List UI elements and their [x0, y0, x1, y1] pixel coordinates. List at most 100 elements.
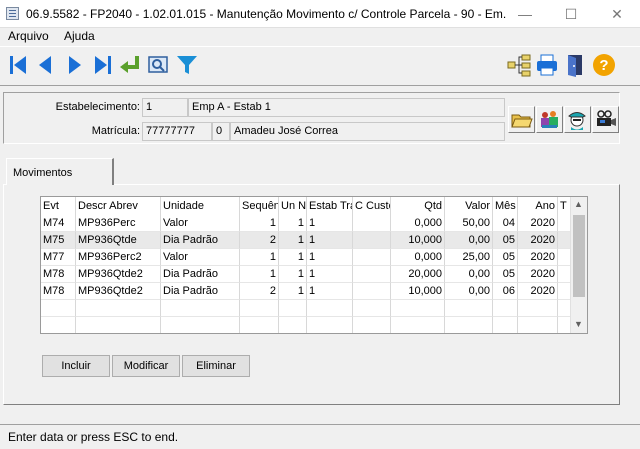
table-cell[interactable]: 1 [279, 283, 307, 300]
table-cell[interactable]: 0,00 [445, 266, 493, 283]
incluir-button[interactable]: Incluir [42, 355, 110, 377]
table-cell[interactable] [161, 300, 240, 317]
table-cell[interactable] [493, 317, 518, 333]
table-cell[interactable] [76, 300, 161, 317]
table-cell[interactable]: MP936Perc2 [76, 249, 161, 266]
table-cell[interactable] [279, 317, 307, 333]
matricula-code-field[interactable]: 77777777 [142, 122, 212, 141]
table-cell[interactable]: 1 [240, 215, 279, 232]
table-cell[interactable]: M78 [41, 283, 76, 300]
table-cell[interactable] [353, 232, 391, 249]
next-record-icon[interactable] [61, 52, 87, 78]
table-cell[interactable]: 1 [279, 232, 307, 249]
scroll-up-icon[interactable]: ▲ [574, 199, 583, 209]
table-cell[interactable] [445, 317, 493, 333]
table-cell[interactable]: MP936Qtde2 [76, 283, 161, 300]
table-cell[interactable] [353, 215, 391, 232]
modificar-button[interactable]: Modificar [112, 355, 180, 377]
table-cell[interactable]: 2020 [518, 232, 558, 249]
table-cell[interactable]: M75 [41, 232, 76, 249]
table-cell[interactable]: 2 [240, 283, 279, 300]
table-cell[interactable]: 0,000 [391, 215, 445, 232]
table-cell[interactable] [353, 266, 391, 283]
table-cell[interactable]: 2020 [518, 283, 558, 300]
movements-grid[interactable]: EvtDescr AbrevUnidadeSequênciaUn NegEsta… [40, 196, 588, 334]
table-cell[interactable]: 1 [307, 283, 353, 300]
table-cell[interactable]: 1 [240, 249, 279, 266]
table-cell[interactable]: 0,000 [391, 249, 445, 266]
table-cell[interactable]: 2020 [518, 215, 558, 232]
table-cell[interactable]: 06 [493, 283, 518, 300]
minimize-button[interactable]: — [502, 0, 548, 28]
table-row[interactable]: M77 MP936Perc2 Valor 1 1 1 0,000 25,00 05 2020 [41, 249, 571, 266]
search-icon[interactable] [145, 52, 171, 78]
table-cell[interactable]: 05 [493, 249, 518, 266]
table-row[interactable]: M74 MP936Perc Valor 1 1 1 0,000 50,00 04 2020 [41, 215, 571, 232]
table-cell[interactable] [307, 300, 353, 317]
table-cell[interactable]: 2 [240, 232, 279, 249]
table-cell[interactable]: Valor [161, 215, 240, 232]
table-cell[interactable]: 1 [307, 215, 353, 232]
table-cell[interactable]: 1 [307, 266, 353, 283]
menu-arquivo[interactable]: Arquivo [8, 29, 49, 43]
table-cell[interactable]: M77 [41, 249, 76, 266]
table-cell[interactable]: 20,000 [391, 266, 445, 283]
scroll-down-icon[interactable]: ▼ [574, 319, 583, 329]
table-row[interactable] [41, 300, 571, 317]
first-record-icon[interactable] [6, 52, 32, 78]
user-cap-icon[interactable] [564, 106, 591, 133]
table-cell[interactable]: 04 [493, 215, 518, 232]
table-cell[interactable]: 25,00 [445, 249, 493, 266]
table-cell[interactable]: 05 [493, 266, 518, 283]
table-cell[interactable]: 05 [493, 232, 518, 249]
table-cell[interactable] [391, 317, 445, 333]
table-cell[interactable] [161, 317, 240, 333]
table-cell[interactable] [518, 300, 558, 317]
table-cell[interactable]: MP936Qtde [76, 232, 161, 249]
projector-icon[interactable] [592, 106, 619, 133]
print-icon[interactable] [534, 52, 560, 78]
table-cell[interactable]: Valor [161, 249, 240, 266]
table-cell[interactable]: M74 [41, 215, 76, 232]
table-row[interactable]: M75 MP936Qtde Dia Padrão 2 1 1 10,000 0,00 05 202… [41, 232, 571, 249]
eliminar-button[interactable]: Eliminar [182, 355, 250, 377]
table-cell[interactable]: 1 [240, 266, 279, 283]
menu-ajuda[interactable]: Ajuda [64, 29, 95, 43]
table-cell[interactable] [240, 317, 279, 333]
people-icon[interactable] [536, 106, 563, 133]
help-icon[interactable]: ? [591, 52, 617, 78]
table-row[interactable]: M78 MP936Qtde2 Dia Padrão 2 1 1 10,000 0,00 06 20… [41, 283, 571, 300]
close-button[interactable]: ✕ [594, 0, 640, 28]
table-cell[interactable] [41, 300, 76, 317]
table-cell[interactable]: MP936Qtde2 [76, 266, 161, 283]
hierarchy-icon[interactable] [506, 52, 532, 78]
last-record-icon[interactable] [89, 52, 115, 78]
vertical-scrollbar[interactable]: ▲ ▼ [570, 197, 587, 333]
table-cell[interactable]: 50,00 [445, 215, 493, 232]
table-cell[interactable]: 0,00 [445, 232, 493, 249]
exit-door-icon[interactable] [562, 52, 588, 78]
table-cell[interactable] [493, 300, 518, 317]
folder-open-icon[interactable] [508, 106, 535, 133]
table-cell[interactable]: 1 [307, 232, 353, 249]
table-cell[interactable] [353, 283, 391, 300]
table-cell[interactable]: 1 [307, 249, 353, 266]
table-cell[interactable] [353, 300, 391, 317]
table-cell[interactable]: Dia Padrão [161, 232, 240, 249]
table-cell[interactable] [279, 300, 307, 317]
table-cell[interactable]: 2020 [518, 249, 558, 266]
previous-record-icon[interactable] [33, 52, 59, 78]
table-cell[interactable]: Dia Padrão [161, 283, 240, 300]
table-cell[interactable]: 0,00 [445, 283, 493, 300]
return-icon[interactable] [117, 52, 143, 78]
table-cell[interactable]: 1 [279, 215, 307, 232]
table-row[interactable] [41, 317, 571, 333]
filter-icon[interactable] [174, 52, 200, 78]
table-cell[interactable] [518, 317, 558, 333]
scroll-thumb[interactable] [573, 215, 585, 297]
tab-movimentos[interactable]: Movimentos [6, 158, 114, 185]
table-cell[interactable]: 10,000 [391, 283, 445, 300]
table-cell[interactable]: Dia Padrão [161, 266, 240, 283]
table-cell[interactable]: M78 [41, 266, 76, 283]
table-cell[interactable] [353, 249, 391, 266]
